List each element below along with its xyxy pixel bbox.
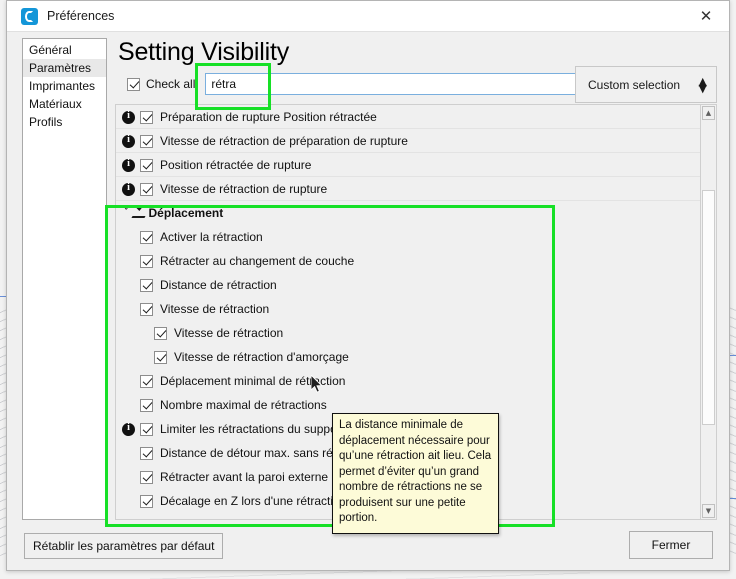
- filter-row: Check all Custom selection ▲▼: [127, 66, 717, 103]
- visibility-checkbox[interactable]: [140, 110, 153, 124]
- category-label: Déplacement: [148, 206, 224, 220]
- setting-label: Rétracter avant la paroi externe: [160, 470, 329, 484]
- setting-label: Déplacement minimal de rétraction: [160, 374, 346, 388]
- list-item[interactable]: Vitesse de rétraction de rupture: [116, 177, 700, 201]
- list-item[interactable]: Vitesse de rétraction de préparation de …: [116, 129, 700, 153]
- visibility-checkbox[interactable]: [140, 182, 153, 196]
- triangle-down-icon[interactable]: ▼: [702, 504, 715, 518]
- chevron-down-icon[interactable]: ˇ: [124, 208, 129, 218]
- cura-logo-icon: [21, 7, 38, 25]
- list-item[interactable]: Vitesse de rétraction: [116, 297, 700, 321]
- setting-label: Vitesse de rétraction de préparation de …: [160, 134, 408, 148]
- sidebar-item-imprimantes[interactable]: Imprimantes: [23, 77, 106, 95]
- setting-label: Distance de rétraction: [160, 278, 277, 292]
- chevron-updown-icon[interactable]: ▲ ▼: [699, 76, 707, 94]
- visibility-checkbox[interactable]: [154, 350, 167, 364]
- info-icon[interactable]: [122, 182, 135, 196]
- setting-label: Nombre maximal de rétractions: [160, 398, 327, 412]
- visibility-checkbox[interactable]: [140, 230, 153, 244]
- travel-category-icon: [132, 207, 145, 219]
- visibility-checkbox[interactable]: [140, 422, 153, 436]
- list-item[interactable]: Déplacement minimal de rétraction: [116, 369, 700, 393]
- visibility-checkbox[interactable]: [140, 134, 153, 148]
- visibility-checkbox[interactable]: [140, 302, 153, 316]
- visibility-checkbox[interactable]: [140, 374, 153, 388]
- preset-selection-combobox[interactable]: Custom selection ▲ ▼: [575, 66, 717, 103]
- dialog-titlebar: Préférences ✕: [7, 1, 729, 32]
- visibility-checkbox[interactable]: [140, 398, 153, 412]
- info-icon[interactable]: [122, 158, 135, 172]
- sidebar-item-general[interactable]: Général: [23, 41, 106, 59]
- visibility-checkbox[interactable]: [140, 446, 153, 460]
- check-all-label: Check all: [146, 77, 196, 91]
- setting-label: Rétracter au changement de couche: [160, 254, 355, 268]
- setting-label: Activer la rétraction: [160, 230, 263, 244]
- info-icon[interactable]: [122, 110, 135, 124]
- close-button[interactable]: Fermer: [629, 531, 713, 559]
- category-label: Double extrusion: [149, 518, 247, 519]
- reset-defaults-button[interactable]: Rétablir les paramètres par défaut: [24, 533, 224, 559]
- setting-label: Limiter les rétractations du support: [160, 422, 345, 436]
- setting-label: Décalage en Z lors d'une rétraction: [160, 494, 347, 508]
- list-item[interactable]: Rétracter au changement de couche: [116, 249, 700, 273]
- dual-extrusion-category-icon: [132, 519, 145, 520]
- list-item[interactable]: Distance de rétraction: [116, 273, 700, 297]
- setting-tooltip: La distance minimale de déplacement néce…: [332, 413, 499, 534]
- setting-label: Préparation de rupture Position rétracté…: [160, 110, 377, 124]
- setting-label: Vitesse de rétraction d'amorçage: [174, 350, 349, 364]
- settings-list-scrollbar[interactable]: ▲ ▼: [700, 104, 717, 520]
- category-row-deplacement[interactable]: ˇ Déplacement: [116, 201, 700, 225]
- preferences-category-list[interactable]: Général Paramètres Imprimantes Matériaux…: [22, 38, 107, 520]
- scrollbar-thumb[interactable]: [702, 190, 715, 425]
- triangle-up-icon[interactable]: ▲: [702, 106, 715, 120]
- visibility-checkbox[interactable]: [140, 470, 153, 484]
- sidebar-item-profils[interactable]: Profils: [23, 113, 106, 131]
- setting-label: Vitesse de rétraction de rupture: [160, 182, 328, 196]
- info-icon[interactable]: [122, 134, 135, 148]
- sidebar-item-materiaux[interactable]: Matériaux: [23, 95, 106, 113]
- visibility-checkbox[interactable]: [140, 158, 153, 172]
- info-icon[interactable]: [122, 422, 135, 436]
- setting-label: Position rétractée de rupture: [160, 158, 312, 172]
- list-item[interactable]: Vitesse de rétraction: [116, 321, 700, 345]
- preset-selection-value: Custom selection: [588, 77, 681, 92]
- list-item[interactable]: Préparation de rupture Position rétracté…: [116, 105, 700, 129]
- setting-label: Vitesse de rétraction: [174, 326, 284, 340]
- setting-label: Vitesse de rétraction: [160, 302, 270, 316]
- visibility-checkbox[interactable]: [140, 494, 153, 508]
- check-all-checkbox[interactable]: [127, 77, 140, 91]
- list-item[interactable]: Position rétractée de rupture: [116, 153, 700, 177]
- visibility-checkbox[interactable]: [140, 254, 153, 268]
- visibility-checkbox[interactable]: [154, 326, 167, 340]
- sidebar-item-parametres[interactable]: Paramètres: [23, 59, 106, 77]
- list-item[interactable]: Activer la rétraction: [116, 225, 700, 249]
- window-title: Préférences: [47, 9, 115, 23]
- visibility-checkbox[interactable]: [140, 278, 153, 292]
- close-icon[interactable]: ✕: [683, 1, 729, 31]
- page-title: Setting Visibility: [118, 38, 290, 66]
- list-item[interactable]: Vitesse de rétraction d'amorçage: [116, 345, 700, 369]
